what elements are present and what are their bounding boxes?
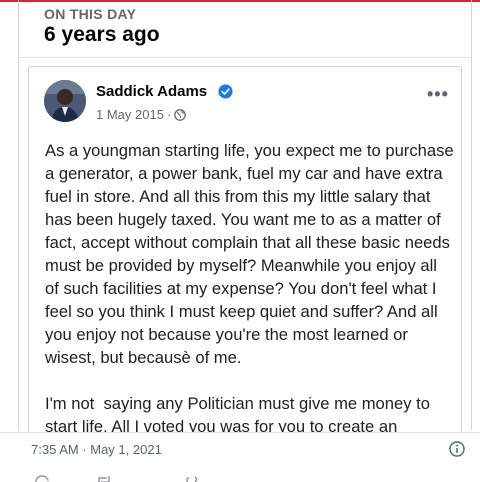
- post-paragraph: I'm not saying any Politician must give …: [45, 394, 430, 432]
- post-paragraph: As a youngman starting life, you expect …: [45, 141, 454, 367]
- reply-action[interactable]: [34, 474, 50, 482]
- avatar-photo-icon: [44, 80, 86, 122]
- tweet-action-bar: [0, 470, 480, 482]
- post-meta: 1 May 2015 ·: [96, 107, 187, 122]
- reply-icon: [35, 475, 49, 482]
- author-avatar[interactable]: [44, 80, 86, 122]
- verified-badge-icon: [218, 84, 233, 99]
- on-this-day-heading: 6 years ago: [44, 23, 160, 46]
- meta-separator: ·: [166, 107, 172, 122]
- header-divider: [18, 57, 470, 58]
- post-body: As a youngman starting life, you expect …: [45, 139, 455, 432]
- copy-link-action[interactable]: [184, 474, 200, 482]
- footer-divider: [0, 432, 480, 433]
- author-name[interactable]: Saddick Adams: [96, 83, 207, 100]
- post-date[interactable]: 1 May 2015: [96, 107, 164, 122]
- retweet-icon: [98, 476, 110, 482]
- info-icon[interactable]: [449, 441, 465, 457]
- globe-icon: [174, 108, 187, 121]
- link-icon: [186, 476, 198, 482]
- tweet-timestamp[interactable]: 7:35 AM · May 1, 2021: [31, 442, 162, 457]
- on-this-day-label: ON THIS DAY: [44, 6, 137, 22]
- retweet-action[interactable]: [96, 474, 112, 482]
- more-options-icon[interactable]: •••: [427, 84, 449, 105]
